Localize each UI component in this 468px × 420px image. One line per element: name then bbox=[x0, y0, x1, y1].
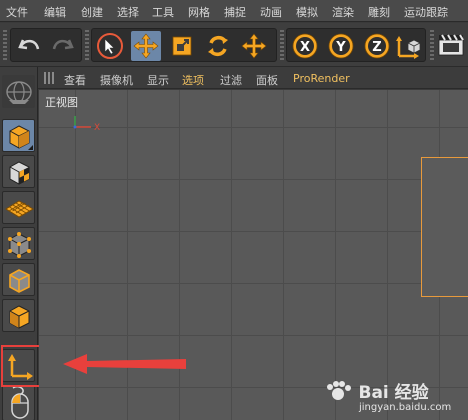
svg-text:Y: Y bbox=[335, 40, 346, 55]
menu-file[interactable]: 文件 bbox=[6, 4, 28, 20]
toolbar-grip[interactable] bbox=[85, 30, 89, 60]
plane-grid-icon bbox=[5, 200, 35, 218]
menu-edit[interactable]: 编辑 bbox=[44, 4, 66, 20]
menu-animate[interactable]: 动画 bbox=[260, 4, 282, 20]
undo-button[interactable] bbox=[14, 31, 44, 61]
vp-menu-view[interactable]: 查看 bbox=[64, 72, 86, 88]
toolbar-grip[interactable] bbox=[280, 30, 284, 60]
transform-tools-group bbox=[91, 28, 277, 62]
polygons-mode-button[interactable] bbox=[2, 299, 35, 332]
z-axis-icon: Z bbox=[364, 33, 390, 59]
viewport-header: 查看 摄像机 显示 选项 过滤 面板 ProRender bbox=[38, 67, 468, 89]
watermark-url: jingyan.baidu.com bbox=[359, 402, 452, 413]
viewport-title: 正视图 bbox=[45, 96, 78, 109]
vp-menu-panel[interactable]: 面板 bbox=[256, 72, 278, 88]
y-axis-icon: Y bbox=[328, 33, 354, 59]
edges-mode-button[interactable] bbox=[2, 263, 35, 296]
move-button[interactable] bbox=[131, 31, 161, 61]
scale-icon bbox=[172, 36, 192, 56]
axis-gizmo-icon: X bbox=[73, 116, 100, 133]
rotate-icon bbox=[208, 36, 228, 56]
vp-menu-options[interactable]: 选项 bbox=[182, 72, 204, 88]
viewport-grip-icon[interactable] bbox=[44, 72, 56, 84]
render-view-button[interactable] bbox=[436, 30, 466, 60]
clapper-icon bbox=[438, 34, 464, 56]
edges-cube-icon bbox=[9, 269, 30, 293]
svg-text:Z: Z bbox=[372, 40, 381, 55]
texture-cube-icon bbox=[9, 161, 30, 185]
live-select-icon bbox=[97, 33, 123, 59]
svg-text:X: X bbox=[94, 123, 100, 133]
move-icon bbox=[133, 33, 159, 59]
workplane-icon bbox=[6, 81, 32, 104]
points-cube-icon bbox=[8, 232, 31, 258]
menu-select[interactable]: 选择 bbox=[117, 4, 139, 20]
mouse-icon bbox=[11, 386, 29, 419]
menu-tools[interactable]: 工具 bbox=[152, 4, 174, 20]
x-axis-button[interactable]: X bbox=[290, 31, 320, 61]
points-mode-button[interactable] bbox=[2, 227, 35, 260]
menu-bar: 文件 编辑 创建 选择 工具 网格 捕捉 动画 模拟 渲染 雕刻 运动跟踪 bbox=[0, 0, 468, 22]
watermark-logo-text: Bai 经验 bbox=[358, 383, 429, 403]
safe-frame-border bbox=[421, 157, 468, 297]
model-mode-button[interactable] bbox=[2, 119, 35, 152]
y-axis-button[interactable]: Y bbox=[326, 31, 356, 61]
polygons-cube-icon bbox=[9, 305, 30, 329]
texture-mode-button[interactable] bbox=[2, 155, 35, 188]
svg-text:X: X bbox=[300, 40, 310, 55]
axis-lock-group: X Y Z bbox=[286, 28, 426, 62]
baidu-watermark: Bai 经验 bbox=[321, 378, 429, 403]
move-plus-icon bbox=[241, 33, 267, 59]
toolbar-grip[interactable] bbox=[3, 30, 7, 60]
baidu-paw-icon bbox=[321, 379, 355, 403]
menu-sculpt[interactable]: 雕刻 bbox=[368, 4, 390, 20]
toolbar-grip[interactable] bbox=[430, 30, 434, 60]
live-select-button[interactable] bbox=[95, 31, 125, 61]
vp-menu-display[interactable]: 显示 bbox=[147, 72, 169, 88]
main-toolbar: X Y Z bbox=[0, 23, 468, 67]
redo-button[interactable] bbox=[48, 31, 78, 61]
x-axis-icon: X bbox=[292, 33, 318, 59]
workplane-grid-button[interactable] bbox=[2, 191, 35, 224]
vp-menu-camera[interactable]: 摄像机 bbox=[100, 72, 133, 88]
z-axis-button[interactable]: Z bbox=[362, 31, 392, 61]
menu-snap[interactable]: 捕捉 bbox=[224, 4, 246, 20]
menu-motion-tracking[interactable]: 运动跟踪 bbox=[404, 4, 448, 20]
scale-button[interactable] bbox=[167, 31, 197, 61]
coordinate-system-button[interactable] bbox=[394, 31, 424, 61]
redo-icon bbox=[52, 39, 74, 50]
tweak-mode-button[interactable] bbox=[2, 385, 35, 420]
menu-mesh[interactable]: 网格 bbox=[188, 4, 210, 20]
annotation-arrow bbox=[63, 354, 186, 374]
undo-icon bbox=[18, 39, 40, 50]
menu-render[interactable]: 渲染 bbox=[332, 4, 354, 20]
move-plus-button[interactable] bbox=[239, 31, 269, 61]
menu-create[interactable]: 创建 bbox=[81, 4, 103, 20]
undo-redo-group bbox=[10, 28, 82, 62]
workplane-button[interactable] bbox=[2, 75, 35, 108]
left-tool-palette bbox=[0, 67, 61, 420]
coordinate-system-icon bbox=[396, 36, 421, 59]
front-viewport[interactable]: 正视图 X Bai 经验 jingyan.baidu.com bbox=[39, 90, 468, 420]
vp-menu-prorender[interactable]: ProRender bbox=[293, 72, 350, 85]
menu-simulate[interactable]: 模拟 bbox=[296, 4, 318, 20]
rotate-button[interactable] bbox=[203, 31, 233, 61]
vp-menu-filter[interactable]: 过滤 bbox=[220, 72, 242, 88]
